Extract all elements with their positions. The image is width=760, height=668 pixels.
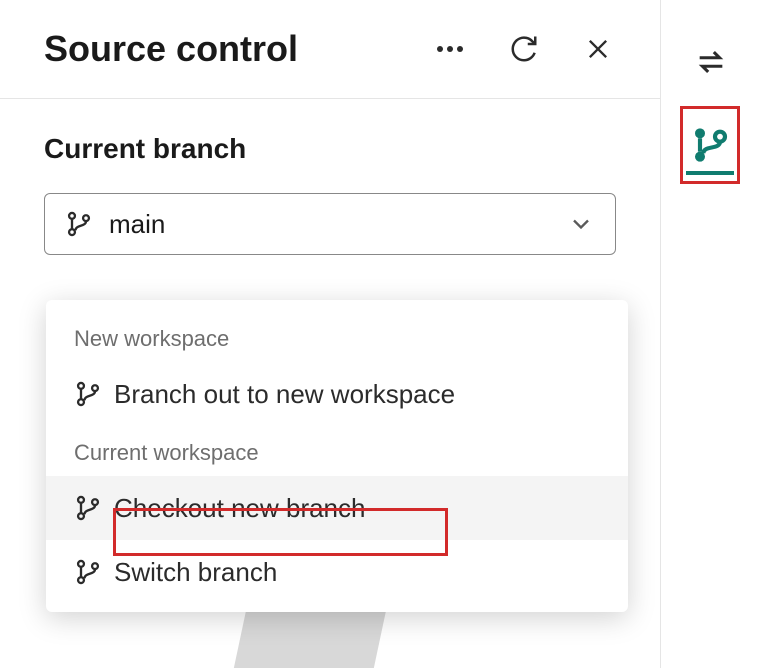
chevron-down-icon	[567, 210, 595, 238]
section-title: Current branch	[44, 133, 616, 165]
refresh-button[interactable]	[506, 31, 542, 67]
branch-icon	[74, 380, 102, 408]
branch-icon	[65, 210, 93, 238]
branch-icon	[74, 558, 102, 586]
menu-item-branch-out[interactable]: Branch out to new workspace	[46, 362, 628, 426]
background-shape	[234, 610, 386, 668]
panel-content: Current branch main	[0, 99, 660, 289]
panel-header: Source control	[0, 0, 660, 99]
menu-item-label: Branch out to new workspace	[114, 379, 455, 410]
source-control-icon	[690, 125, 730, 165]
menu-item-switch-branch[interactable]: Switch branch	[46, 540, 628, 604]
menu-item-label: Checkout new branch	[114, 493, 365, 524]
close-icon	[584, 35, 612, 63]
dropdown-group-new-workspace: New workspace	[46, 312, 628, 362]
header-actions	[432, 31, 616, 67]
menu-item-label: Switch branch	[114, 557, 277, 588]
branch-icon	[74, 494, 102, 522]
branch-dropdown: New workspace Branch out to new workspac…	[46, 300, 628, 612]
panel-title: Source control	[44, 28, 432, 70]
source-control-panel: Source control Current branch main New w…	[0, 0, 660, 668]
menu-item-checkout-new[interactable]: Checkout new branch	[46, 476, 628, 540]
more-button[interactable]	[432, 31, 468, 67]
branch-select[interactable]: main	[44, 193, 616, 255]
close-button[interactable]	[580, 31, 616, 67]
branch-select-value: main	[109, 209, 567, 240]
rail-active-indicator	[686, 171, 734, 175]
right-rail	[660, 0, 760, 668]
rail-highlight-source-control[interactable]	[680, 106, 740, 184]
rail-sync-button[interactable]	[689, 40, 733, 84]
sync-arrows-icon	[694, 45, 728, 79]
more-icon	[436, 45, 464, 53]
dropdown-group-current-workspace: Current workspace	[46, 426, 628, 476]
refresh-icon	[509, 34, 539, 64]
